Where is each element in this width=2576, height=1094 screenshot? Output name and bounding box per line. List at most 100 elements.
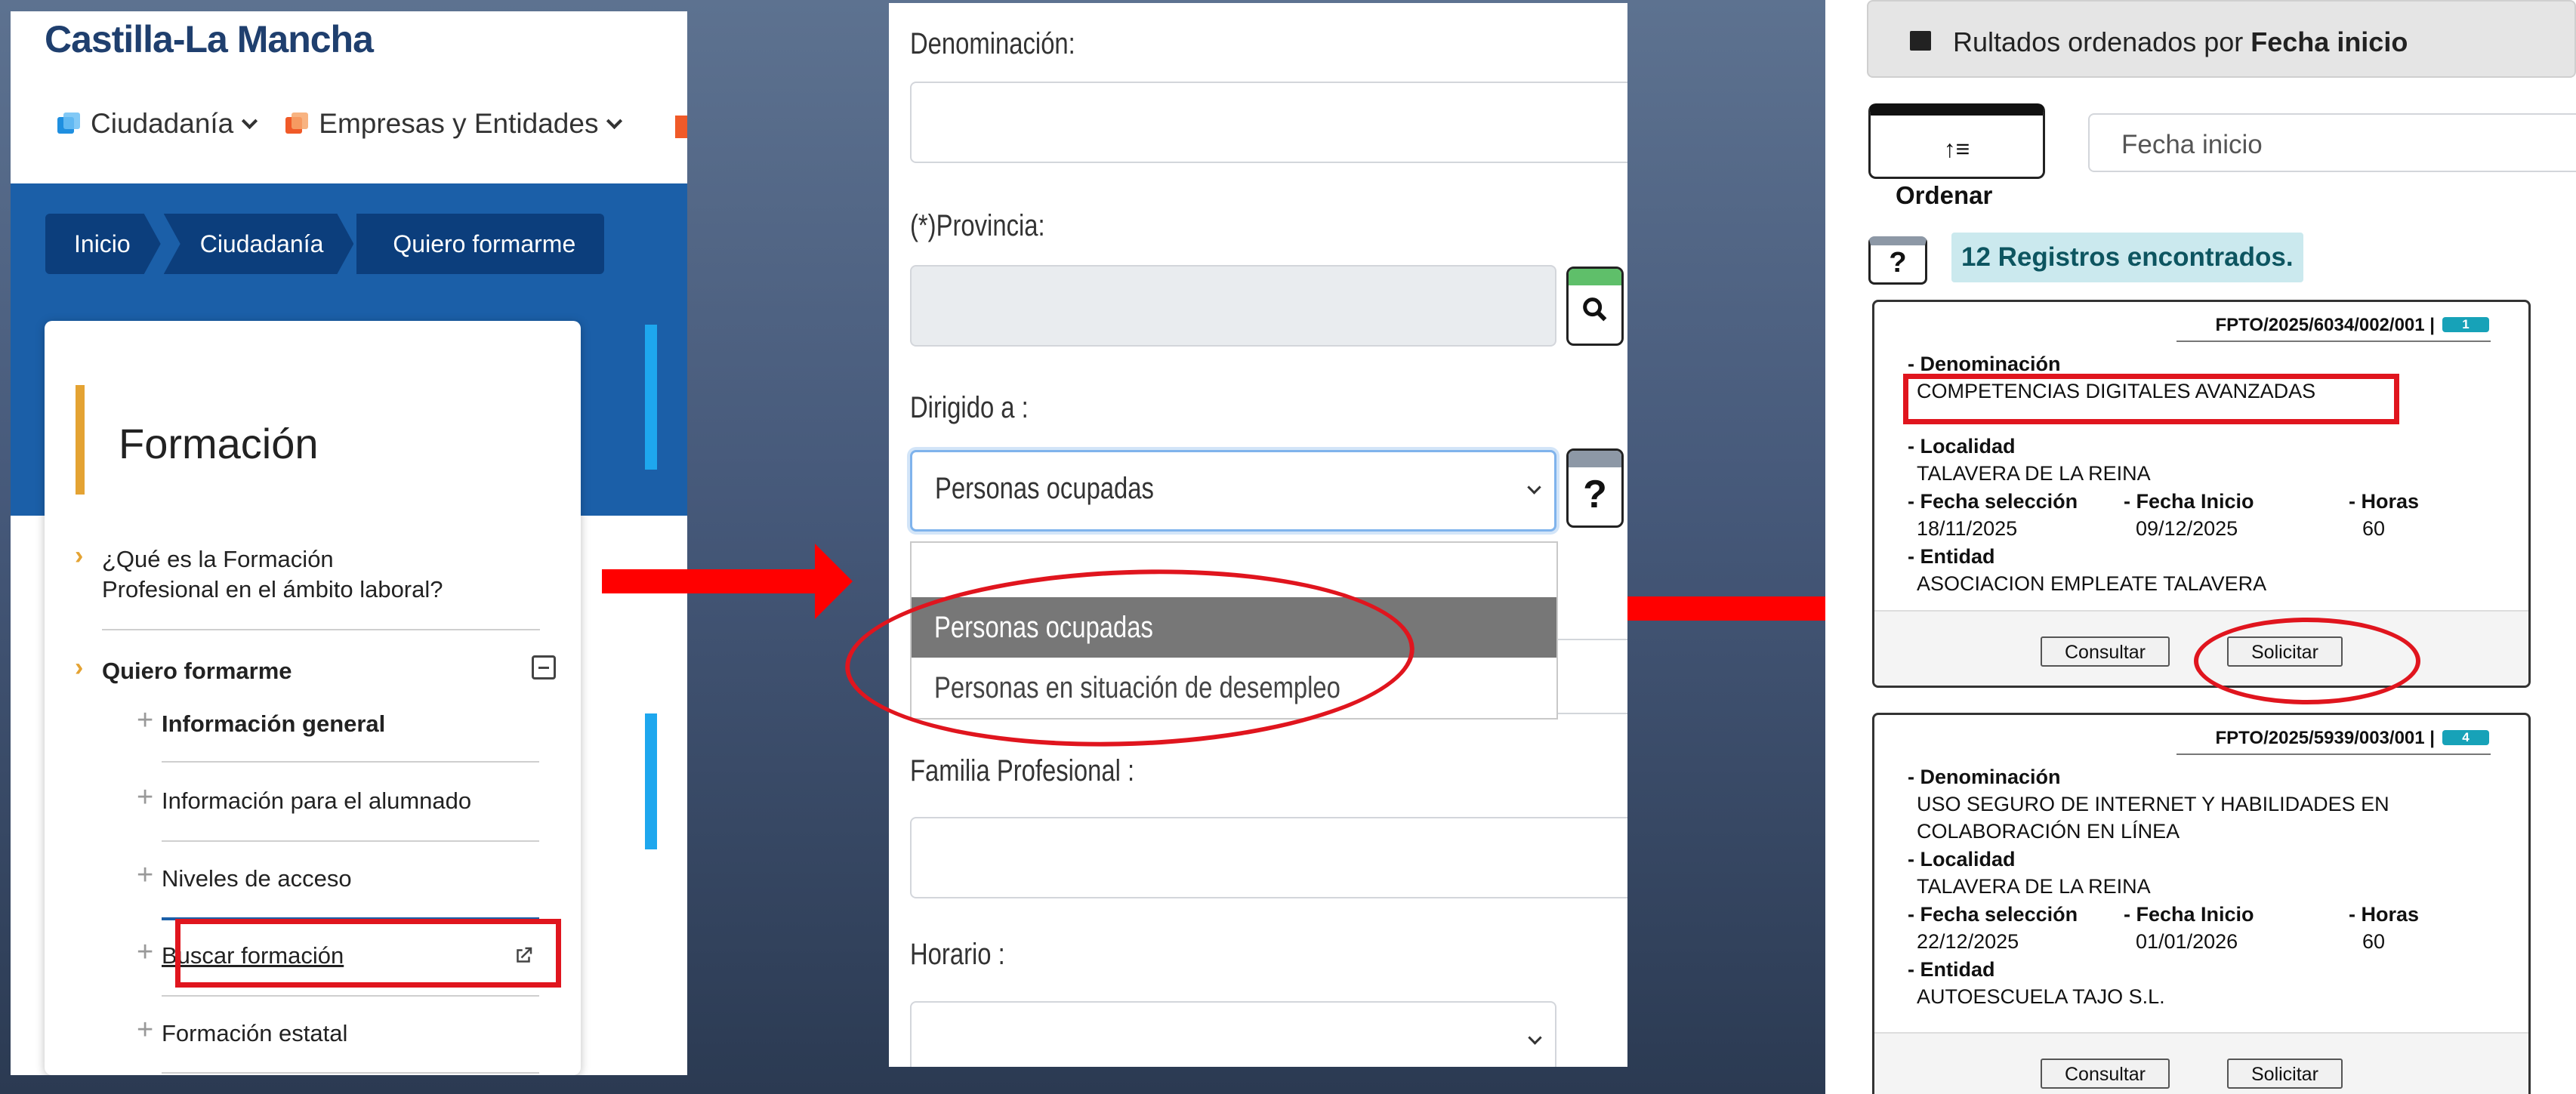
label-localidad: - Localidad [1908, 848, 2016, 871]
sort-icon: ↑≡ [1943, 135, 1970, 162]
result-denominacion-line1: USO SEGURO DE INTERNET Y HABILIDADES EN [1917, 793, 2389, 815]
plus-icon: + [137, 781, 154, 813]
chevron-right-icon: › [75, 653, 84, 682]
divider [162, 840, 539, 842]
jccm-formacion-panel: Castilla-La Mancha Ciudadanía Empresas y… [11, 11, 687, 1075]
label-familia: Familia Profesional : [910, 754, 1135, 787]
divider [102, 629, 540, 630]
divider [162, 995, 539, 997]
empresas-squares-icon [285, 112, 309, 135]
chevron-right-icon: › [75, 541, 84, 570]
menu-item-que-es[interactable]: ¿Qué es la Formación Profesional en el á… [102, 546, 443, 603]
result-fecha-seleccion: 22/12/2025 [1917, 930, 2019, 953]
label-dirigido: Dirigido a : [910, 391, 1029, 424]
label-entidad: - Entidad [1908, 958, 1995, 981]
sort-button[interactable]: ↑≡ [1868, 103, 2045, 179]
denominacion-input[interactable] [910, 82, 1627, 163]
label-horas: - Horas [2349, 903, 2420, 926]
nav-empresas[interactable]: Empresas y Entidades [285, 108, 623, 140]
nav-ciudadania-label: Ciudadanía [91, 108, 234, 139]
provincia-input[interactable] [910, 265, 1556, 347]
result-fecha-seleccion: 18/11/2025 [1917, 517, 2018, 540]
help-icon: ? [1583, 473, 1607, 516]
label-denominacion: Denominación: [910, 27, 1075, 60]
result-horas: 60 [2362, 930, 2386, 953]
result-localidad: TALAVERA DE LA REINA [1917, 875, 2151, 898]
nav-ciudadania[interactable]: Ciudadanía [57, 108, 258, 140]
solicitar-button[interactable]: Solicitar [2227, 1059, 2343, 1089]
top-navigation: Ciudadanía Empresas y Entidades [57, 108, 650, 140]
help-icon: ? [1889, 247, 1907, 279]
highlight-denominacion [1903, 374, 2399, 424]
divider [162, 1072, 539, 1074]
ordenar-label: Ordenar [1896, 181, 1993, 209]
site-brand-logo[interactable]: Castilla-La Mancha [45, 17, 374, 61]
breadcrumb: Inicio Ciudadanía Quiero formarme [45, 214, 607, 274]
submenu-informacion-general[interactable]: Información general [162, 710, 385, 738]
horario-select[interactable] [910, 1001, 1556, 1067]
label-fecha-seleccion: - Fecha selección [1908, 490, 2078, 513]
flag-icon [1910, 31, 1931, 51]
plus-icon: + [137, 1014, 154, 1046]
breadcrumb-inicio[interactable]: Inicio [45, 214, 161, 274]
consultar-button[interactable]: Consultar [2041, 1059, 2170, 1089]
result-localidad: TALAVERA DE LA REINA [1917, 462, 2151, 485]
label-entidad: - Entidad [1908, 545, 1995, 568]
label-denominacion: - Denominación [1908, 353, 2061, 375]
arrow-right-icon [602, 544, 853, 619]
sort-field-select[interactable]: Fecha inicio [2088, 113, 2576, 172]
breadcrumb-ciudadania[interactable]: Ciudadanía [164, 214, 354, 274]
label-localidad: - Localidad [1908, 435, 2016, 458]
breadcrumb-quiero-formarme[interactable]: Quiero formarme [356, 214, 605, 274]
label-fecha-inicio: - Fecha Inicio [2124, 490, 2254, 513]
nav-next-icon-partial [675, 116, 687, 138]
result-code: FPTO/2025/5939/003/001 | [2215, 728, 2435, 748]
result-fecha-inicio: 01/01/2026 [2136, 930, 2238, 953]
magnifier-icon [1569, 294, 1621, 332]
label-horas: - Horas [2349, 490, 2420, 513]
search-form-panel: Denominación: (*)Provincia: Dirigido a :… [889, 3, 1627, 1067]
result-horas: 60 [2362, 517, 2386, 540]
result-card: FPTO/2025/6034/002/001 | 1 - Denominació… [1872, 300, 2531, 688]
submenu-formacion-estatal[interactable]: Formación estatal [162, 1020, 347, 1047]
submenu-informacion-alumnado[interactable]: Información para el alumnado [162, 787, 471, 815]
ciudadania-squares-icon [57, 112, 80, 135]
result-fecha-inicio: 09/12/2025 [2136, 517, 2238, 540]
result-badge: 1 [2442, 317, 2489, 332]
menu-section-quiero-formarme[interactable]: Quiero formarme [102, 658, 292, 685]
dirigido-select[interactable]: Personas ocupadas [910, 450, 1556, 532]
plus-icon: + [137, 936, 154, 968]
collapse-icon[interactable] [532, 655, 556, 680]
label-denominacion: - Denominación [1908, 766, 2061, 788]
highlight-ellipse-solicitar [2194, 618, 2420, 704]
dirigido-select-value: Personas ocupadas [935, 472, 1154, 505]
chevron-down-icon [606, 112, 623, 129]
side-accent-bar [645, 325, 657, 470]
result-actions: Consultar Solicitar [1874, 1032, 2528, 1094]
label-provincia: (*)Provincia: [910, 209, 1045, 242]
familia-input[interactable] [910, 817, 1627, 898]
nav-empresas-label: Empresas y Entidades [319, 108, 599, 139]
chevron-down-icon [1527, 480, 1541, 495]
menu-item-que-es-line2: Profesional en el ámbito laboral? [102, 576, 443, 602]
dirigido-help-button[interactable]: ? [1566, 448, 1624, 528]
label-fecha-inicio: - Fecha Inicio [2124, 903, 2254, 926]
submenu-niveles-acceso[interactable]: Niveles de acceso [162, 865, 352, 892]
button-cap [1569, 451, 1621, 467]
highlight-buscar-formacion [175, 919, 561, 988]
result-entidad: ASOCIACION EMPLEATE TALAVERA [1917, 572, 2267, 595]
divider [162, 761, 539, 763]
result-card: FPTO/2025/5939/003/001 | 4 - Denominació… [1872, 713, 2531, 1094]
divider [2176, 753, 2491, 755]
result-badge: 4 [2442, 730, 2489, 745]
provincia-search-button[interactable] [1566, 267, 1624, 346]
side-accent-bar [645, 713, 657, 849]
menu-item-que-es-line1: ¿Qué es la Formación [102, 546, 334, 572]
result-code: FPTO/2025/6034/002/001 | [2215, 315, 2435, 335]
consultar-button[interactable]: Consultar [2041, 636, 2170, 667]
result-entidad: AUTOESCUELA TAJO S.L. [1917, 985, 2165, 1008]
chevron-down-icon [242, 112, 258, 129]
label-fecha-seleccion: - Fecha selección [1908, 903, 2078, 926]
search-results-panel: Rultados ordenados por Fecha inicio ↑≡ O… [1825, 0, 2576, 1094]
help-button[interactable]: ? [1868, 236, 1927, 285]
